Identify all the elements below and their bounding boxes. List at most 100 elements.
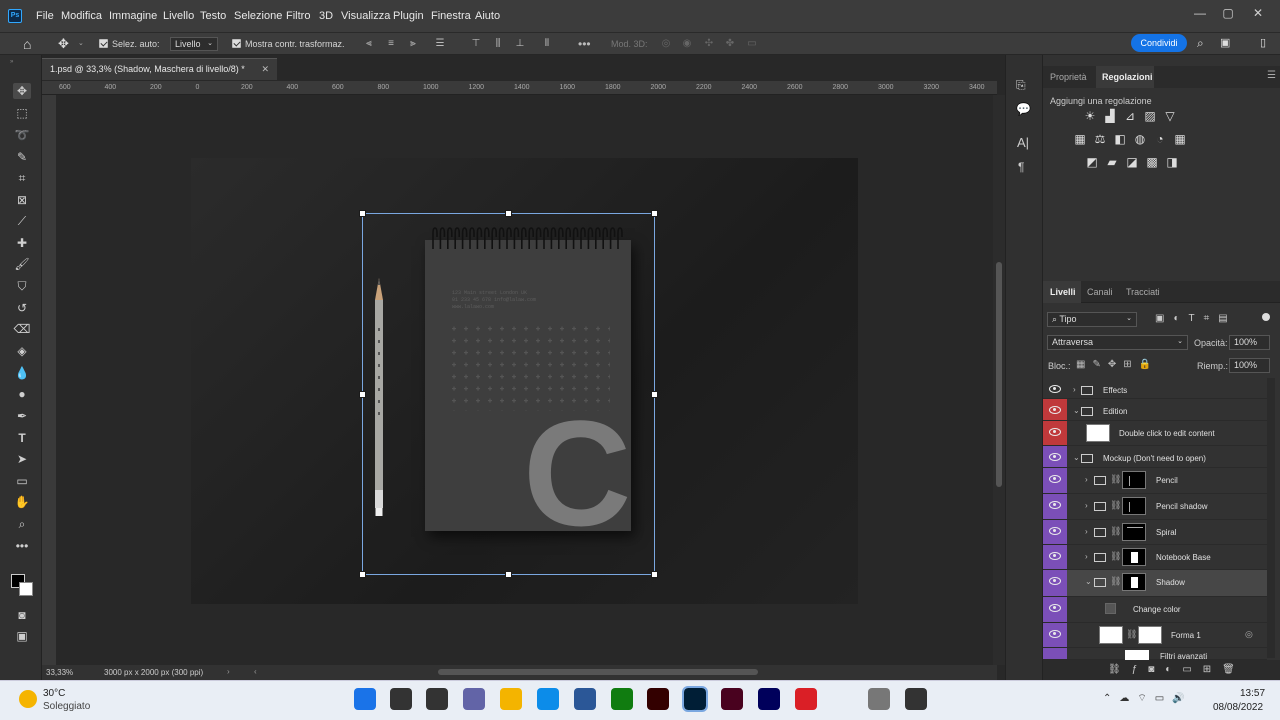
history-panel-icon[interactable]: ⎘	[1016, 78, 1026, 93]
layer-visibility-toggle[interactable]	[1043, 494, 1067, 519]
layer-mask-thumbnail[interactable]	[1122, 471, 1146, 489]
search-icon[interactable]	[390, 688, 412, 710]
brush-tool-icon[interactable]: 🖌	[13, 256, 31, 272]
system-tray-icons[interactable]: ⌃☁⌔▭🔊	[1103, 692, 1193, 705]
color-lookup-icon[interactable]: ▦	[1173, 132, 1187, 146]
chevron-icon[interactable]: ⌄	[1085, 577, 1092, 586]
healing-tool-icon[interactable]: ✚	[13, 235, 31, 251]
horizontal-scroll-thumb[interactable]	[438, 669, 758, 675]
align-left-icon[interactable]: ⫷	[363, 38, 375, 50]
workspace-icon[interactable]: ▣	[1220, 36, 1234, 50]
opacity-field[interactable]: 100%	[1229, 335, 1270, 350]
levels-icon[interactable]: ▟	[1103, 109, 1117, 123]
menu-visualizza[interactable]: Visualizza	[341, 10, 390, 22]
auto-select-dropdown[interactable]: Livello ⌄	[170, 37, 218, 51]
menu-finestra[interactable]: Finestra	[431, 10, 471, 22]
distribute-icon[interactable]: ☰	[434, 38, 446, 50]
menu-testo[interactable]: Testo	[200, 10, 226, 22]
layer-action-icons[interactable]: ⛓ƒ◙◐▭⊞🗑	[1108, 664, 1246, 675]
chevron-icon[interactable]: ›	[1073, 385, 1076, 394]
search-icon[interactable]: ⌕	[1197, 36, 1211, 50]
invert-icon[interactable]: ◩	[1085, 155, 1099, 169]
align-top-icon[interactable]: ⊤	[470, 38, 482, 50]
layer-row[interactable]: › ⛓ Notebook Base	[1043, 545, 1267, 570]
panel-icon[interactable]: ▯	[1260, 36, 1274, 50]
menu-livello[interactable]: Livello	[163, 10, 194, 22]
zoom-tool-icon[interactable]: ⌕	[13, 516, 31, 532]
menu-selezione[interactable]: Selezione	[234, 10, 282, 22]
auto-select-checkbox[interactable]	[99, 39, 108, 48]
chevron-icon[interactable]: ›	[1085, 475, 1088, 484]
layer-row[interactable]: › ⛓ Pencil	[1043, 468, 1267, 494]
chevron-icon[interactable]: ›	[1085, 552, 1088, 561]
layer-row[interactable]: Filtri avanzati	[1043, 648, 1267, 661]
share-button[interactable]: Condividi	[1131, 34, 1187, 52]
indesign-icon[interactable]	[721, 688, 743, 710]
filter-mask-thumbnail[interactable]	[1125, 650, 1149, 660]
brightness-icon[interactable]: ☀	[1083, 109, 1097, 123]
gradient-map-icon[interactable]: ◨	[1165, 155, 1179, 169]
link-icon[interactable]: ⛓	[1110, 576, 1121, 587]
more-options-icon[interactable]: •••	[578, 38, 591, 50]
layer-name[interactable]: Effects	[1103, 386, 1127, 395]
layers-scrollbar[interactable]	[1267, 378, 1275, 658]
frame-tool-icon[interactable]: ⊠	[13, 192, 31, 208]
rectangle-tool-icon[interactable]: ▭	[13, 473, 31, 489]
menu-file[interactable]: File	[36, 10, 54, 22]
fill-field[interactable]: 100%	[1229, 358, 1270, 373]
distribute-vertical-icon[interactable]: ⦀	[541, 38, 553, 50]
3d-pan-icon[interactable]: ✣	[703, 38, 715, 50]
chevron-right-icon[interactable]: ›	[227, 667, 230, 676]
eyedropper-tool-icon[interactable]: ⟋	[13, 213, 31, 229]
layer-visibility-toggle[interactable]	[1043, 520, 1067, 544]
tab-properties[interactable]: Proprietà	[1050, 72, 1087, 82]
clock-time[interactable]: 13:57	[1240, 688, 1265, 699]
lasso-tool-icon[interactable]: ➰	[13, 127, 31, 143]
chevron-icon[interactable]: ›	[1085, 501, 1088, 510]
character-panel-icon[interactable]: A|	[1017, 135, 1029, 150]
xbox-icon[interactable]	[611, 688, 633, 710]
hue-saturation-icon[interactable]: ▦	[1073, 132, 1087, 146]
layer-mask-thumbnail[interactable]	[1122, 548, 1146, 566]
layer-row[interactable]: › ⛓ Pencil shadow	[1043, 494, 1267, 520]
align-center-icon[interactable]: ≡	[385, 38, 397, 50]
chevron-icon[interactable]: ›	[1085, 527, 1088, 536]
dodge-tool-icon[interactable]: ●	[13, 386, 31, 402]
store-icon[interactable]	[574, 688, 596, 710]
comments-panel-icon[interactable]: 💬	[1016, 102, 1031, 116]
layer-visibility-toggle[interactable]	[1043, 399, 1067, 420]
selective-color-icon[interactable]: ▩	[1145, 155, 1159, 169]
handle-middle-left[interactable]	[359, 391, 366, 398]
3d-roll-icon[interactable]: ◉	[681, 38, 693, 50]
tab-adjustments[interactable]: Regolazioni	[1102, 72, 1153, 82]
panel-menu-icon[interactable]: ☰	[1267, 70, 1276, 81]
chevron-icon[interactable]: ⌄	[1073, 453, 1080, 462]
lock-icons[interactable]: ▦✎✥⊞🔒	[1076, 359, 1158, 370]
layer-row[interactable]: ⌄ Edition	[1043, 399, 1267, 421]
quick-mask-icon[interactable]: ◙	[13, 607, 31, 623]
handle-bottom-right[interactable]	[651, 571, 658, 578]
background-color-swatch[interactable]	[19, 582, 33, 596]
eraser-tool-icon[interactable]: ⌫	[13, 321, 31, 337]
layer-visibility-toggle[interactable]	[1043, 468, 1067, 493]
layer-name[interactable]: Notebook Base	[1156, 553, 1211, 562]
layer-visibility-toggle[interactable]	[1043, 623, 1067, 647]
posterize-icon[interactable]: ▰	[1105, 155, 1119, 169]
layer-thumbnail[interactable]	[1099, 626, 1123, 644]
link-icon[interactable]: ⛓	[1110, 500, 1121, 511]
task-view-icon[interactable]	[426, 688, 448, 710]
menu-modifica[interactable]: Modifica	[61, 10, 102, 22]
maximize-icon[interactable]: ▢	[1218, 6, 1238, 22]
layer-visibility-toggle[interactable]	[1043, 378, 1067, 398]
tab-paths[interactable]: Tracciati	[1126, 287, 1160, 297]
layer-visibility-toggle[interactable]	[1043, 446, 1067, 467]
layer-row[interactable]: Double click to edit content	[1043, 421, 1267, 446]
menu-immagine[interactable]: Immagine	[109, 10, 157, 22]
layer-visibility-toggle[interactable]	[1043, 421, 1067, 445]
illustrator-icon[interactable]	[647, 688, 669, 710]
align-bottom-icon[interactable]: ⊥	[514, 38, 526, 50]
layer-row[interactable]: › Effects	[1043, 378, 1267, 399]
teams-chat-icon[interactable]	[463, 688, 485, 710]
paragraph-panel-icon[interactable]: ¶	[1018, 160, 1024, 174]
link-icon[interactable]: ⛓	[1110, 526, 1121, 537]
